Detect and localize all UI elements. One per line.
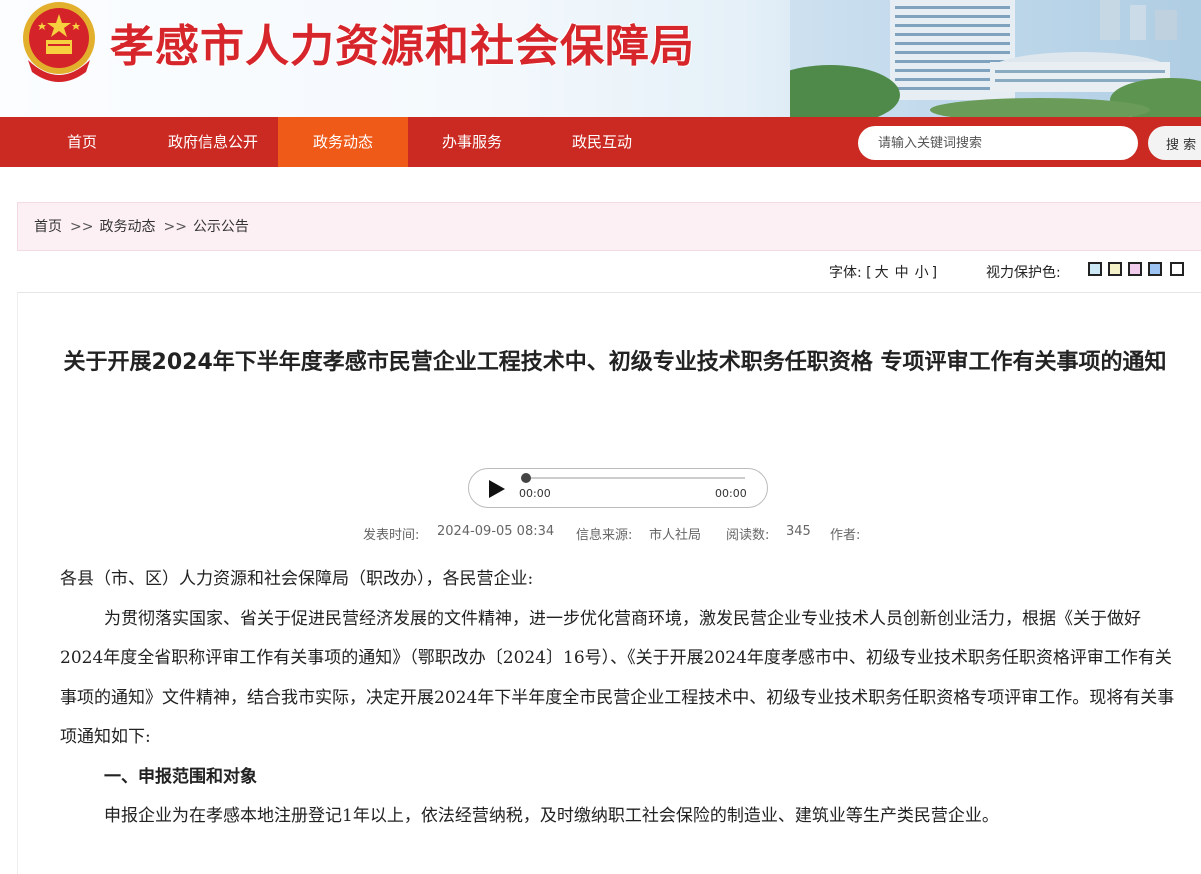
nav-gov-info[interactable]: 政府信息公开 [148, 117, 278, 167]
nav-gov-news[interactable]: 政务动态 [278, 117, 408, 167]
views-label: 阅读数: [726, 528, 770, 543]
current-time: 00:00 [519, 487, 551, 500]
font-size-large[interactable]: 大 [875, 265, 889, 281]
article-body: 各县（市、区）人力资源和社会保障局（职改办），各民营企业: 为贯彻落实国家、省关… [60, 560, 1175, 837]
source: 市人社局 [649, 528, 702, 543]
font-label: 字体: [829, 265, 862, 281]
color-swatch-blue[interactable] [1088, 262, 1102, 276]
search-input[interactable] [858, 126, 1138, 160]
font-bracket-close: ] [931, 265, 938, 281]
paragraph-scope: 申报企业为在孝感本地注册登记1年以上，依法经营纳税，及时缴纳职工社会保险的制造业… [104, 806, 999, 826]
breadcrumb-separator: >> [70, 219, 94, 235]
eye-care-color-label: 视力保护色: [986, 265, 1061, 281]
building-photo [790, 0, 1201, 117]
play-icon[interactable] [489, 480, 505, 498]
font-size-medium[interactable]: 中 [895, 265, 909, 281]
color-swatch-deep-blue[interactable] [1148, 262, 1162, 276]
breadcrumb-separator: >> [163, 219, 187, 235]
nav-home[interactable]: 首页 [30, 117, 134, 167]
font-size-small[interactable]: 小 [915, 265, 929, 281]
breadcrumb: 首页 >> 政务动态 >> 公示公告 [17, 202, 1201, 251]
site-banner: 孝感市人力资源和社会保障局 [0, 0, 1201, 117]
total-time: 00:00 [715, 487, 747, 500]
views-count: 345 [786, 524, 811, 539]
greeting: 各县（市、区）人力资源和社会保障局（职改办），各民营企业: [60, 569, 534, 589]
national-emblem-icon [23, 2, 95, 82]
publish-time: 2024-09-05 08:34 [437, 524, 555, 539]
author-label: 作者: [830, 528, 861, 543]
nav-services[interactable]: 办事服务 [408, 117, 536, 167]
color-swatch-pink[interactable] [1128, 262, 1142, 276]
breadcrumb-home[interactable]: 首页 [34, 219, 62, 235]
source-label: 信息来源: [576, 528, 633, 543]
color-swatch-yellow[interactable] [1108, 262, 1122, 276]
breadcrumb-gov-news[interactable]: 政务动态 [99, 219, 155, 235]
section-heading: 一、申报范围和对象 [104, 766, 257, 787]
site-title: 孝感市人力资源和社会保障局 [110, 21, 695, 72]
font-bracket-open: [ [866, 265, 872, 281]
progress-track[interactable] [523, 477, 745, 479]
article-title: 关于开展2024年下半年度孝感市民营企业工程技术中、初级专业技术职务任职资格 专… [63, 350, 1167, 375]
progress-knob[interactable] [521, 473, 531, 483]
publish-time-label: 发表时间: [363, 528, 420, 543]
main-nav: 首页 政府信息公开 政务动态 办事服务 政民互动 搜 索 [0, 117, 1201, 167]
paragraph-intro: 为贯彻落实国家、省关于促进民营经济发展的文件精神，进一步优化营商环境，激发民营企… [60, 608, 1175, 748]
nav-interaction[interactable]: 政民互动 [538, 117, 666, 167]
color-swatch-white[interactable] [1170, 262, 1184, 276]
audio-player: 00:00 00:00 [468, 468, 768, 508]
font-size-tools: 字体: [大中小] [829, 262, 937, 282]
search-button[interactable]: 搜 索 [1148, 126, 1201, 160]
breadcrumb-announcements[interactable]: 公示公告 [193, 219, 249, 235]
